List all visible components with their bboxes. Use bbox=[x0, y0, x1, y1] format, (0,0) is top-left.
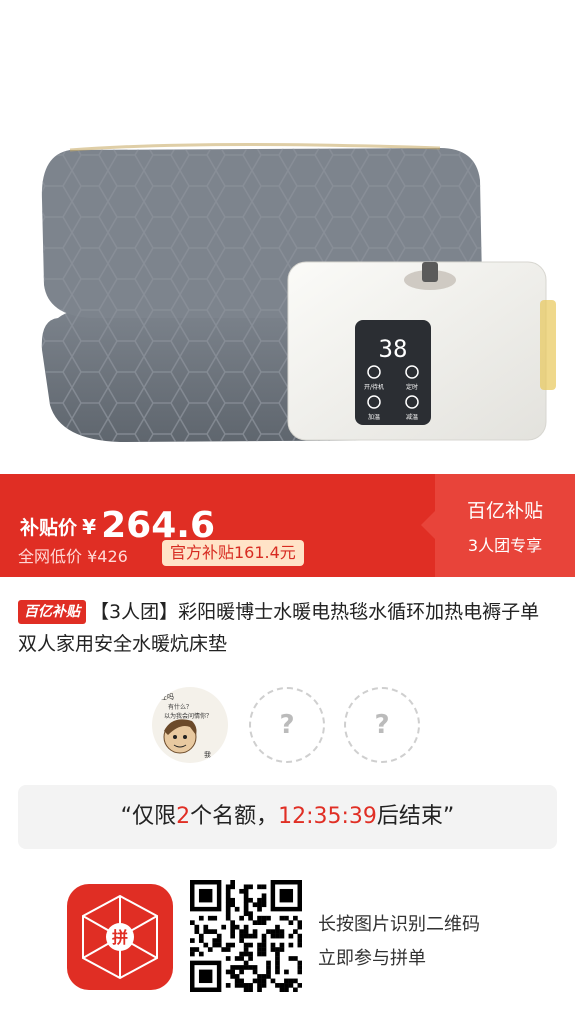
empty-group-slot: ? bbox=[249, 687, 325, 763]
svg-text:我: 我 bbox=[204, 750, 211, 759]
svg-text:拼: 拼 bbox=[112, 928, 128, 947]
shopping-bag-icon: 拼 bbox=[82, 894, 158, 980]
three-person-group-label: 3人团专享 bbox=[467, 536, 543, 555]
price-label-text: 补贴价 bbox=[20, 517, 78, 539]
quota-countdown: “仅限2个名额，12:35:39后结束” bbox=[18, 785, 557, 849]
qr-code[interactable] bbox=[190, 880, 303, 993]
meme-face-icon: 在吗 有什么？ 以为我会问情你？ 我 bbox=[160, 692, 212, 759]
subsidy-price: 补贴价 ¥ 264.6 bbox=[20, 502, 215, 546]
original-price: 全网低价 ¥426 bbox=[18, 547, 128, 566]
empty-group-slot: ? bbox=[344, 687, 420, 763]
countdown-timer: 12:35:39 bbox=[278, 804, 377, 829]
qr-instruction: 长按图片识别二维码 bbox=[318, 914, 480, 935]
qr-code-image bbox=[190, 880, 303, 993]
quota-prefix: “仅限 bbox=[120, 804, 177, 829]
temperature-display: 38 bbox=[379, 335, 408, 363]
quota-suffix: 后结束” bbox=[376, 804, 455, 829]
product-title-text: 【3人团】彩阳暖博士水暖电热毯水循环加热电褥子单双人家用安全水暖炕床垫 bbox=[18, 601, 540, 655]
control-label-down: 减温 bbox=[406, 413, 418, 421]
billion-subsidy-title: 百亿补贴 bbox=[466, 500, 543, 522]
currency-symbol: ¥ bbox=[82, 515, 97, 539]
svg-text:在吗: 在吗 bbox=[160, 692, 174, 701]
electric-blanket-illustration: 38 开/待机 定时 加温 减温 bbox=[41, 142, 556, 442]
control-label-power: 开/待机 bbox=[364, 383, 384, 391]
official-subsidy-badge: 官方补贴161.4元 bbox=[162, 540, 304, 566]
join-group-prompt: 立即参与拼单 bbox=[318, 948, 426, 969]
billion-subsidy-tag: 百亿补贴 3人团专享 bbox=[421, 474, 575, 577]
svg-text:以为我会问情你？: 以为我会问情你？ bbox=[164, 712, 212, 720]
svg-text:有什么？: 有什么？ bbox=[168, 703, 192, 711]
quota-count: 2 bbox=[176, 804, 191, 829]
control-label-timer: 定时 bbox=[406, 383, 418, 391]
product-hero-image: 38 开/待机 定时 加温 减温 bbox=[0, 0, 575, 474]
pinduoduo-app-icon: 拼 bbox=[67, 884, 173, 990]
group-leader-avatar: 在吗 有什么？ 以为我会问情你？ 我 bbox=[152, 687, 228, 763]
quota-middle: 个名额， bbox=[190, 804, 279, 829]
product-title: 百亿补贴 【3人团】彩阳暖博士水暖电热毯水循环加热电褥子单双人家用安全水暖炕床垫 bbox=[18, 596, 558, 660]
billion-subsidy-badge: 百亿补贴 bbox=[18, 600, 86, 624]
control-label-up: 加温 bbox=[368, 413, 380, 421]
